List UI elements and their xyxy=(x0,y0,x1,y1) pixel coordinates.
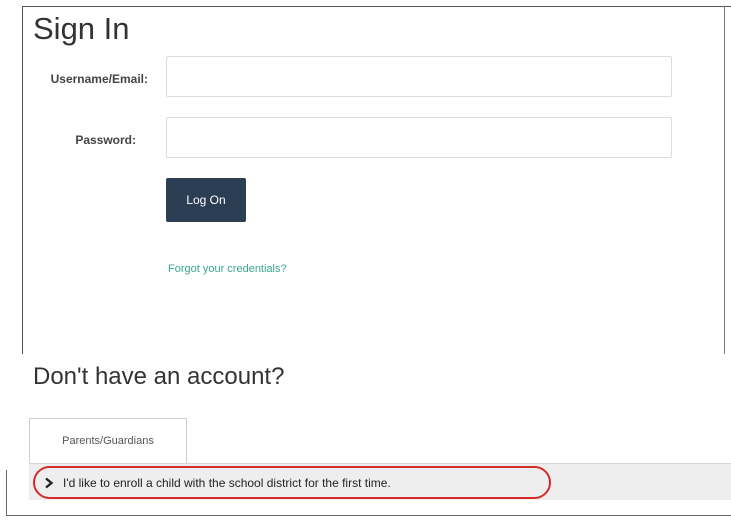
enroll-item-label: I'd like to enroll a child with the scho… xyxy=(63,475,391,490)
password-label: Password: xyxy=(75,133,136,147)
password-input[interactable] xyxy=(166,117,672,158)
chevron-right-icon xyxy=(43,477,55,489)
enroll-first-time-item[interactable]: I'd like to enroll a child with the scho… xyxy=(37,468,549,497)
panel-border-left xyxy=(22,6,23,354)
username-label: Username/Email: xyxy=(50,72,148,86)
panel-border-left-lower xyxy=(6,470,7,516)
log-on-button[interactable]: Log On xyxy=(166,178,246,222)
panel-border-right xyxy=(724,6,725,354)
forgot-credentials-link[interactable]: Forgot your credentials? xyxy=(168,263,287,275)
signup-section-title: Don't have an account? xyxy=(33,363,285,390)
username-input[interactable] xyxy=(166,56,672,97)
tab-parents-guardians[interactable]: Parents/Guardians xyxy=(29,418,187,463)
page-title: Sign In xyxy=(33,11,130,46)
panel-border-top xyxy=(22,6,731,7)
panel-border-bottom xyxy=(6,515,731,516)
sign-in-page: Sign In Username/Email: Password: Log On… xyxy=(0,0,731,523)
